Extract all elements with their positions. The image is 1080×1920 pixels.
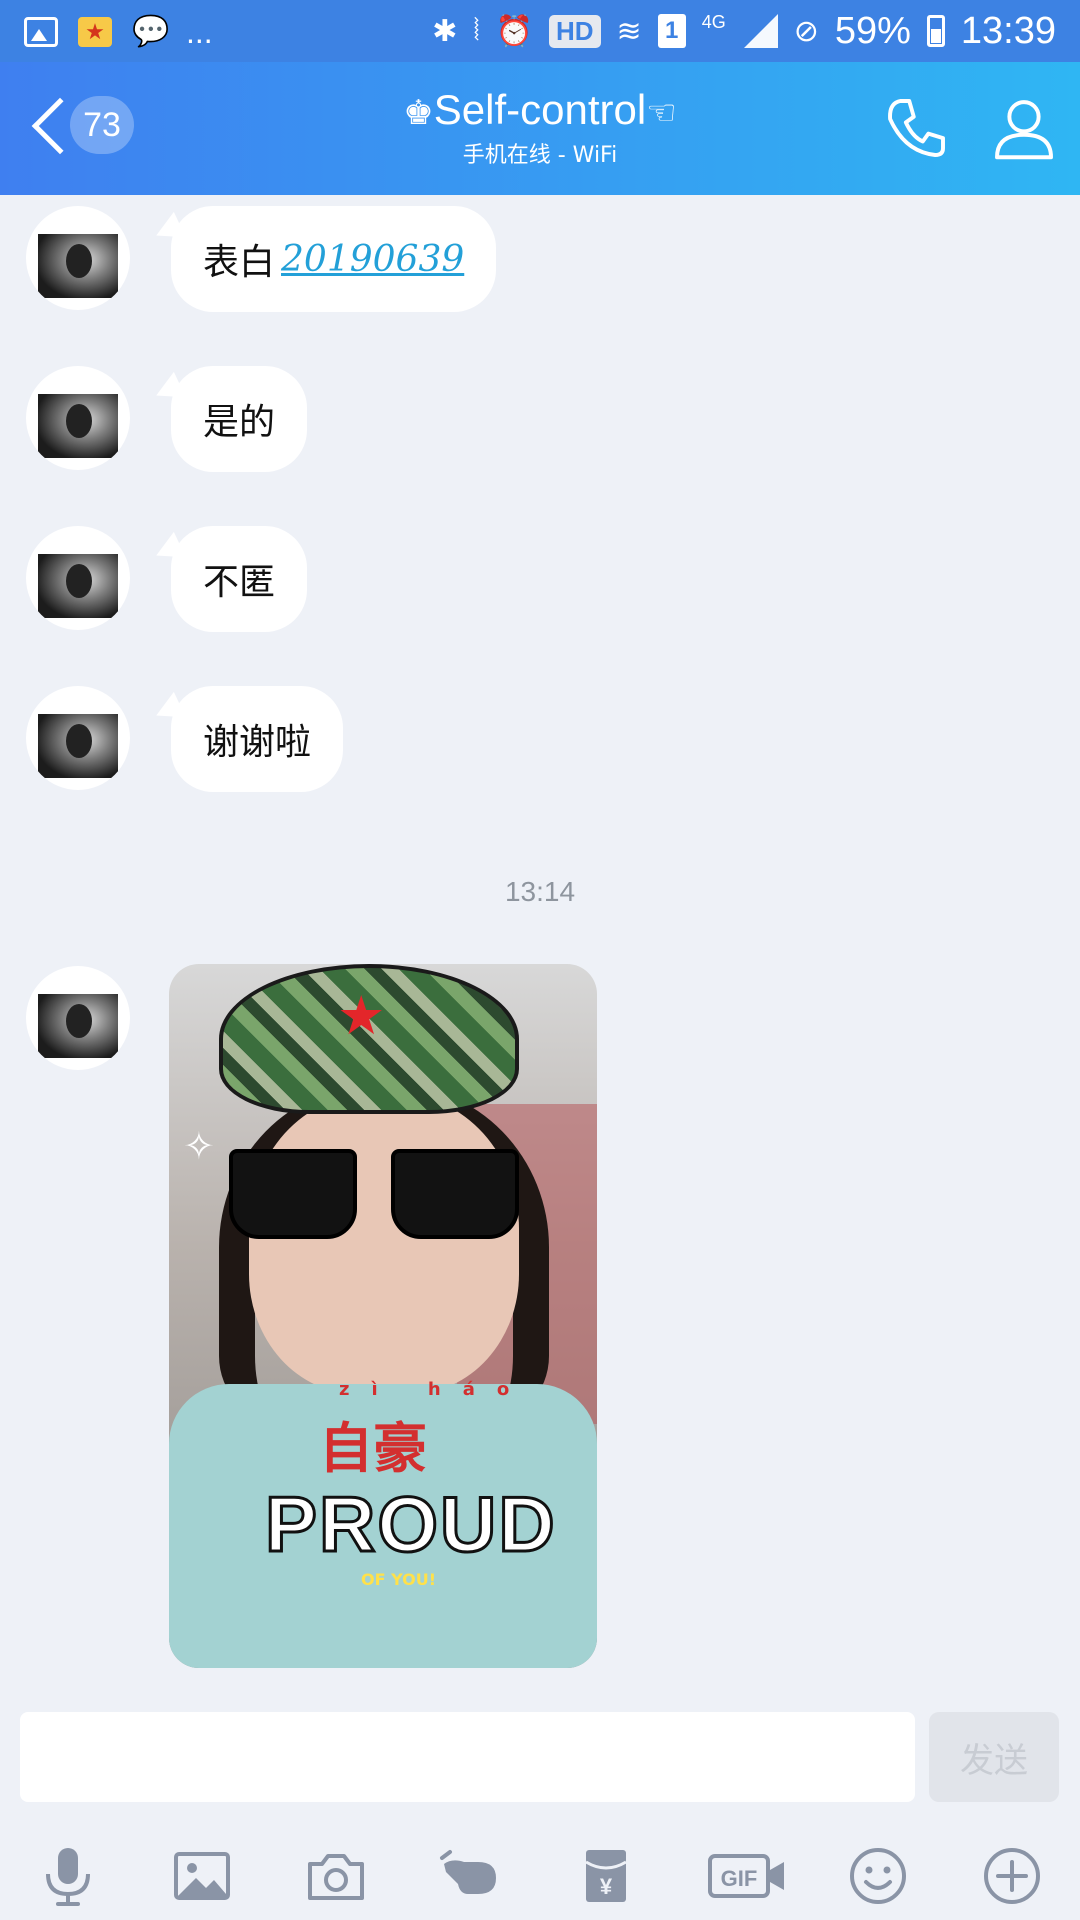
message-text: 不匿 xyxy=(203,562,276,603)
battery-percent: 59% xyxy=(834,9,911,52)
clock: 13:39 xyxy=(960,9,1056,52)
message-link[interactable]: 20190639 xyxy=(281,239,464,280)
do-not-disturb-icon: ⊘ xyxy=(793,14,819,48)
poke-hand-icon xyxy=(440,1850,496,1894)
sticker-chinese-text: 自豪 xyxy=(319,1417,427,1480)
avatar[interactable] xyxy=(26,366,130,470)
unread-count-badge: 73 xyxy=(70,96,134,154)
pointing-hand-icon: ☜ xyxy=(646,94,677,132)
alarm-icon: ⏰ xyxy=(495,14,533,48)
wechat-notification-icon: 💬 xyxy=(132,14,170,49)
red-packet-icon: ¥ xyxy=(585,1850,627,1902)
avatar[interactable] xyxy=(26,966,130,1070)
avatar[interactable] xyxy=(26,526,130,630)
signal-icon xyxy=(742,14,778,48)
chat-title: ♚Self-control☜ xyxy=(240,84,840,139)
input-area: 发送 ¥ GIF xyxy=(0,1690,1080,1920)
hd-voice-badge: HD xyxy=(548,14,601,48)
camera-icon xyxy=(308,1854,364,1900)
voice-button[interactable] xyxy=(28,1836,108,1916)
chat-header: 73 ♚Self-control☜ 手机在线 - WiFi xyxy=(0,62,1080,195)
bluetooth-icon: ✱ xyxy=(432,14,458,48)
online-status: 手机在线 - WiFi xyxy=(462,143,618,168)
wifi-icon: ≋ xyxy=(616,14,642,48)
avatar[interactable] xyxy=(26,686,130,790)
message-bubble[interactable]: 表白 20190639 xyxy=(171,206,497,312)
network-type-label: 4G xyxy=(701,12,726,32)
plus-icon xyxy=(984,1848,1040,1904)
crown-icon: ♚ xyxy=(403,94,434,132)
person-icon xyxy=(995,100,1053,160)
camera-button[interactable] xyxy=(296,1836,376,1916)
status-bar: ★ 💬 ... ✱ ⦚ ⏰ HD ≋ 1 4G ⊘ 59% 13:39 xyxy=(0,0,1080,62)
poke-button[interactable] xyxy=(430,1836,510,1916)
sticker-pinyin: zì háo xyxy=(339,1379,532,1400)
qzone-notification-icon: ★ xyxy=(78,17,112,47)
back-button[interactable]: 73 xyxy=(22,92,142,162)
vibrate-icon: ⦚ xyxy=(473,14,480,47)
microphone-icon xyxy=(46,1848,90,1906)
emoji-button[interactable] xyxy=(838,1836,918,1916)
sticker-subtext: OF YOU! xyxy=(361,1570,437,1589)
chat-title-text: Self-control xyxy=(433,86,647,133)
battery-icon xyxy=(926,15,945,47)
red-star-icon: ★ xyxy=(337,984,386,1047)
input-toolbar: ¥ GIF xyxy=(0,1830,1080,1920)
svg-text:¥: ¥ xyxy=(600,1874,613,1899)
message-bubble[interactable]: 不匿 xyxy=(171,526,308,632)
gif-icon: GIF xyxy=(708,1854,784,1898)
notification-icons: ★ 💬 ... xyxy=(24,12,213,52)
message-bubble[interactable]: 是的 xyxy=(171,366,308,472)
image-message[interactable]: ★ ✧ zì háo 自豪 PROUD OF YOU! xyxy=(169,964,597,1668)
message-text: 表白 xyxy=(203,242,276,283)
more-options-button[interactable] xyxy=(972,1836,1052,1916)
sticker-english-text: PROUD xyxy=(264,1479,557,1570)
more-notifications-indicator: ... xyxy=(186,14,213,50)
svg-text:GIF: GIF xyxy=(721,1866,758,1891)
sim-badge: 1 xyxy=(657,14,686,48)
phone-icon xyxy=(888,99,945,157)
message-text: 谢谢啦 xyxy=(203,722,312,763)
image-icon xyxy=(174,1852,230,1900)
sparkle-icon: ✧ xyxy=(183,1124,215,1168)
message-bubble[interactable]: 谢谢啦 xyxy=(171,686,344,792)
sunglasses-sticker xyxy=(229,1149,519,1239)
emoji-icon xyxy=(850,1848,906,1904)
avatar[interactable] xyxy=(26,206,130,310)
photo-album-button[interactable] xyxy=(162,1836,242,1916)
contact-profile-button[interactable] xyxy=(988,92,1060,164)
gallery-notification-icon xyxy=(24,17,58,47)
chat-title-area[interactable]: ♚Self-control☜ 手机在线 - WiFi xyxy=(240,84,840,171)
message-text: 是的 xyxy=(203,402,276,443)
red-packet-button[interactable]: ¥ xyxy=(566,1836,646,1916)
gif-button[interactable]: GIF xyxy=(700,1836,796,1916)
message-input[interactable] xyxy=(20,1712,915,1802)
phone-call-button[interactable] xyxy=(880,92,952,164)
message-timestamp: 13:14 xyxy=(504,876,576,907)
system-indicators: ✱ ⦚ ⏰ HD ≋ 1 4G ⊘ 59% 13:39 xyxy=(432,8,1056,54)
send-button[interactable]: 发送 xyxy=(929,1712,1059,1802)
